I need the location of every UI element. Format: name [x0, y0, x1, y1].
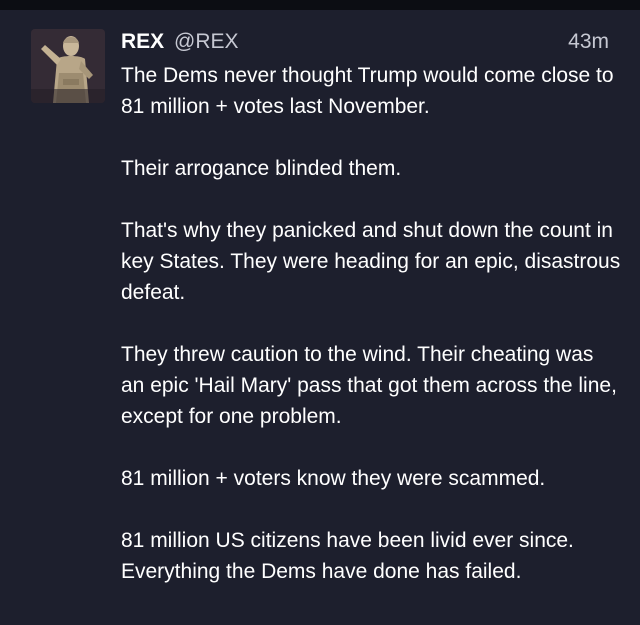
post-paragraph: That's why they panicked and shut down t…: [121, 219, 621, 304]
post-paragraph: 81 million US citizens have been livid e…: [121, 529, 574, 583]
post-card[interactable]: REX @REX 43m The Dems never thought Trum…: [0, 10, 640, 625]
display-name[interactable]: REX: [121, 30, 164, 53]
post-paragraph: They threw caution to the wind. Their ch…: [121, 343, 617, 428]
post-paragraph: The Dems never thought Trump would come …: [121, 64, 614, 118]
post-body: The Dems never thought Trump would come …: [121, 60, 621, 618]
top-bar: [0, 0, 640, 10]
app-screen: REX @REX 43m The Dems never thought Trum…: [0, 0, 640, 625]
user-avatar[interactable]: [31, 29, 105, 103]
user-handle[interactable]: @REX: [174, 30, 239, 53]
post-header: REX @REX 43m: [121, 28, 609, 56]
post-paragraph: Their arrogance blinded them.: [121, 157, 402, 180]
post-paragraph: 81 million + voters know they were scamm…: [121, 467, 546, 490]
post-timestamp[interactable]: 43m: [568, 28, 609, 56]
statue-avatar-icon: [31, 29, 105, 103]
